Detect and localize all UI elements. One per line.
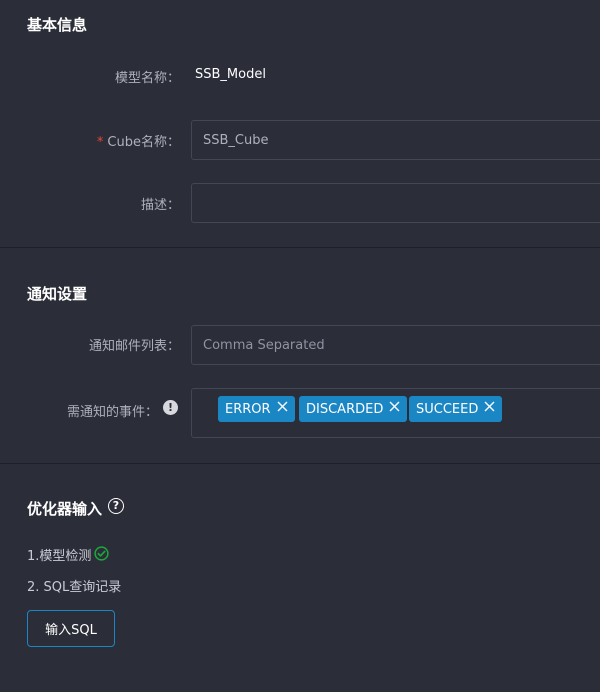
close-icon[interactable] [389, 401, 400, 412]
tag-discarded: DISCARDED [299, 396, 408, 422]
optimizer-section: 优化器输入 ? 1.模型检测 2. SQL查询记录 输入SQL [0, 464, 600, 692]
notification-section: 通知设置 通知邮件列表： Comma Separated 需通知的事件： ! E… [0, 248, 600, 463]
close-icon[interactable] [277, 401, 288, 412]
basic-info-section: 基本信息 模型名称： SSB_Model * Cube名称： SSB_Cube 描… [0, 0, 600, 247]
step-sql-history: 2. SQL查询记录 [27, 580, 122, 595]
tag-error: ERROR [218, 396, 295, 422]
optimizer-title: 优化器输入 [27, 500, 103, 518]
cube-name-label: Cube名称： [107, 135, 180, 150]
model-name-value: SSB_Model [195, 67, 266, 82]
step-model-check: 1.模型检测 [27, 549, 92, 564]
info-icon[interactable]: ! [163, 400, 178, 415]
tag-label: ERROR [225, 401, 271, 417]
basic-info-title: 基本信息 [27, 16, 88, 34]
description-input[interactable] [191, 183, 600, 223]
check-circle-icon [94, 546, 109, 561]
email-list-input[interactable]: Comma Separated [191, 325, 600, 365]
tag-label: DISCARDED [306, 401, 384, 417]
tag-succeed: SUCCEED [409, 396, 503, 422]
notification-title: 通知设置 [27, 285, 88, 303]
description-label: 描述： [140, 198, 180, 213]
email-list-label: 通知邮件列表： [88, 339, 180, 354]
required-marker: * [96, 135, 104, 150]
cube-name-input[interactable]: SSB_Cube [191, 120, 600, 160]
close-icon[interactable] [484, 401, 495, 412]
cube-name-label-wrap: * Cube名称： [97, 131, 180, 150]
tag-label: SUCCEED [416, 401, 479, 417]
events-tag-select[interactable]: ERROR DISCARDED SUCCEED [191, 388, 600, 438]
model-name-label: 模型名称： [114, 71, 180, 86]
help-icon[interactable]: ? [108, 498, 124, 514]
input-sql-button[interactable]: 输入SQL [27, 610, 115, 647]
events-label: 需通知的事件： [66, 405, 158, 420]
